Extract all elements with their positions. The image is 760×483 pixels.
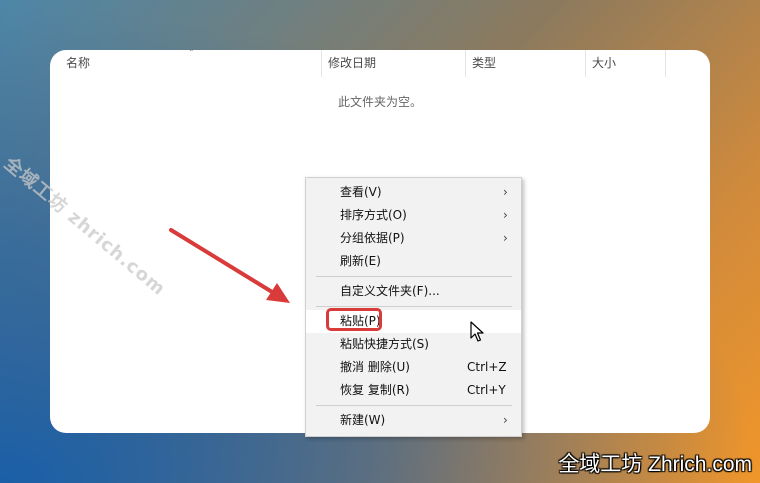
menu-separator — [316, 405, 512, 406]
empty-folder-message: 此文件夹为空。 — [337, 95, 422, 109]
column-divider[interactable] — [665, 50, 666, 77]
menu-item-view[interactable]: 查看(V) › — [306, 181, 521, 204]
red-arrow-icon — [169, 228, 290, 303]
context-menu: 查看(V) › 排序方式(O) › 分组依据(P) › 刷新(E) 自定义文件夹… — [305, 177, 522, 437]
menu-item-undo-delete[interactable]: 撤消 删除(U) Ctrl+Z — [306, 356, 521, 379]
menu-item-shortcut: Ctrl+Y — [467, 383, 506, 397]
chevron-right-icon: › — [503, 208, 508, 222]
column-type[interactable]: 类型 — [466, 50, 584, 77]
menu-item-label: 恢复 复制(R) — [340, 383, 410, 397]
menu-item-sort-by[interactable]: 排序方式(O) › — [306, 204, 521, 227]
menu-item-label: 刷新(E) — [340, 254, 381, 268]
menu-item-label: 自定义文件夹(F)... — [340, 284, 440, 298]
chevron-right-icon: › — [503, 231, 508, 245]
menu-item-label: 排序方式(O) — [340, 208, 407, 222]
column-size[interactable]: 大小 — [586, 50, 666, 77]
paste-highlight-box — [326, 308, 382, 331]
menu-item-label: 新建(W) — [340, 413, 386, 427]
sort-up-icon: ˄ — [189, 50, 194, 59]
menu-item-redo-copy[interactable]: 恢复 复制(R) Ctrl+Y — [306, 379, 521, 402]
chevron-right-icon: › — [503, 413, 508, 427]
menu-item-customize-folder[interactable]: 自定义文件夹(F)... — [306, 280, 521, 303]
mouse-cursor-icon — [470, 321, 484, 342]
menu-item-label: 粘贴快捷方式(S) — [340, 337, 429, 351]
menu-separator — [316, 306, 512, 307]
menu-item-label: 分组依据(P) — [340, 231, 405, 245]
menu-item-paste-shortcut[interactable]: 粘贴快捷方式(S) — [306, 333, 521, 356]
bottom-watermark: 全域工坊 Zhrich.com — [558, 453, 752, 476]
menu-separator — [316, 276, 512, 277]
column-header-row: 名称 ˄ 修改日期 类型 大小 — [50, 50, 710, 77]
menu-item-new[interactable]: 新建(W) › — [306, 409, 521, 432]
menu-item-shortcut: Ctrl+Z — [467, 360, 507, 374]
column-date-modified[interactable]: 修改日期 — [322, 50, 464, 77]
menu-item-label: 撤消 删除(U) — [340, 360, 410, 374]
chevron-right-icon: › — [503, 185, 508, 199]
menu-item-group-by[interactable]: 分组依据(P) › — [306, 227, 521, 250]
menu-item-label: 查看(V) — [340, 185, 382, 199]
menu-item-refresh[interactable]: 刷新(E) — [306, 250, 521, 273]
